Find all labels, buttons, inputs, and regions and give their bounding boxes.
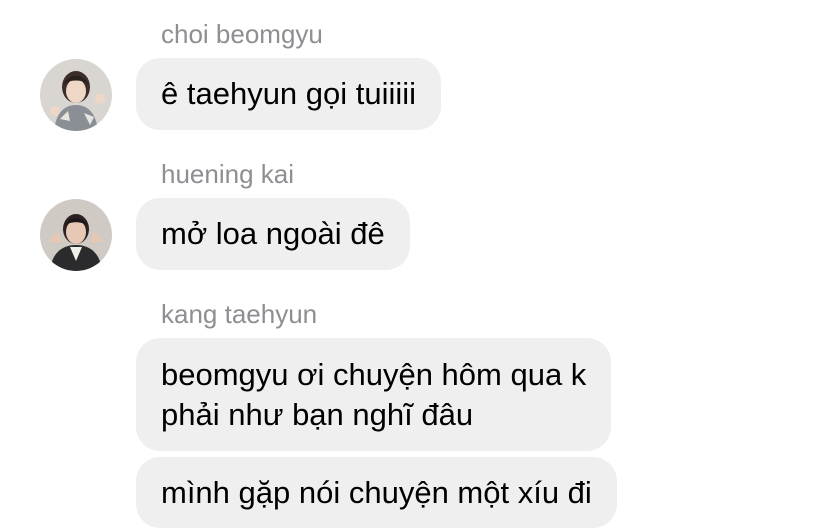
message-bubble[interactable]: mở loa ngoài đê: [136, 198, 410, 270]
sender-name: kang taehyun: [161, 299, 318, 329]
message-text: mình gặp nói chuyện một xíu đi: [161, 474, 592, 510]
message-text: beomgyu ơi chuyện hôm qua k phải như bạn…: [161, 356, 587, 432]
message-bubble[interactable]: ê taehyun gọi tuiiiii: [136, 58, 442, 130]
avatar-beomgyu[interactable]: [40, 59, 112, 131]
sender-name: huening kai: [161, 159, 294, 189]
message-text: mở loa ngoài đê: [161, 216, 385, 251]
message-bubble[interactable]: beomgyu ơi chuyện hôm qua k phải như bạn…: [136, 338, 612, 451]
user-avatar-icon: [40, 199, 112, 271]
user-avatar-icon: [40, 59, 112, 131]
message-bubble[interactable]: mình gặp nói chuyện một xíu đi: [136, 457, 617, 528]
message-text: ê taehyun gọi tuiiiii: [161, 76, 417, 111]
avatar-huening-kai[interactable]: [40, 199, 112, 271]
sender-name: choi beomgyu: [161, 19, 323, 49]
